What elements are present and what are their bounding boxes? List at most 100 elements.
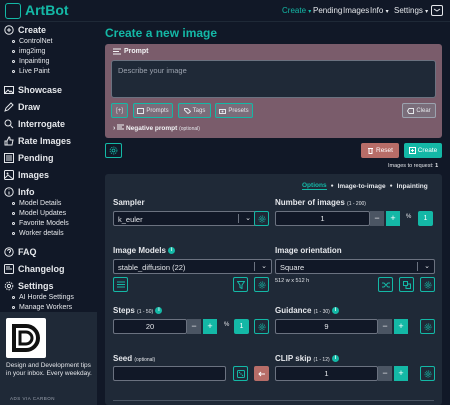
sidebar-item-worker-details[interactable]: Worker details xyxy=(12,230,64,237)
negative-prompt-toggle[interactable]: › Negative prompt (optional) xyxy=(113,124,200,132)
model-list-button[interactable] xyxy=(113,277,128,292)
gear-icon xyxy=(258,215,265,222)
tab-image-to-image[interactable]: Image-to-image xyxy=(338,183,386,190)
steps-decrement-button[interactable]: − xyxy=(187,319,201,334)
orientation-settings-button[interactable] xyxy=(420,277,435,292)
clear-button[interactable]: Clear xyxy=(402,103,436,118)
num-images-multiplier[interactable]: 1 xyxy=(418,211,433,226)
prompt-textarea[interactable]: Describe your image xyxy=(111,60,436,98)
ad-logo-icon[interactable] xyxy=(6,318,46,358)
info-icon[interactable]: i xyxy=(155,307,163,315)
info-icon[interactable]: i xyxy=(331,355,339,363)
bullet-icon xyxy=(12,60,15,63)
swap-dimensions-button[interactable] xyxy=(399,277,414,292)
num-images-decrement-button[interactable]: − xyxy=(370,211,384,226)
clip-skip-increment-button[interactable]: + xyxy=(394,366,408,381)
sidebar-item-manage-workers[interactable]: Manage Workers xyxy=(12,304,72,311)
shuffle-orientation-button[interactable] xyxy=(378,277,393,292)
images-to-request-label: Images to request: xyxy=(388,163,434,169)
steps-multiplier[interactable]: 1 xyxy=(234,319,249,334)
sidebar-item-settings[interactable]: Settings xyxy=(4,281,54,291)
model-filter-button[interactable] xyxy=(233,277,248,292)
sidebar-item-label: Interrogate xyxy=(18,119,66,129)
tag-icon xyxy=(183,107,191,114)
ad-text[interactable]: Design and Development tips in your inbo… xyxy=(6,362,92,378)
nav-create-label: Create xyxy=(282,6,307,15)
tab-options[interactable]: Options xyxy=(302,182,327,190)
text-icon xyxy=(113,48,121,55)
sidebar-item-favorite-models[interactable]: Favorite Models xyxy=(12,220,69,227)
info-icon[interactable]: i xyxy=(332,307,340,315)
sampler-settings-button[interactable] xyxy=(254,211,269,226)
nav-pending[interactable]: Pending xyxy=(313,6,342,15)
clip-skip-label: CLIP skip (1 - 12) i xyxy=(275,354,339,363)
steps-range: (1 - 50) xyxy=(137,309,154,315)
sidebar-item-showcase[interactable]: Showcase xyxy=(4,85,62,95)
carbon-ad[interactable]: Design and Development tips in your inbo… xyxy=(0,312,97,405)
num-images-increment-button[interactable]: + xyxy=(386,211,400,226)
sidebar-item-model-updates[interactable]: Model Updates xyxy=(12,210,66,217)
num-images-input[interactable]: 1 xyxy=(275,211,370,226)
brand-name[interactable]: ArtBot xyxy=(25,2,69,18)
model-settings-button[interactable] xyxy=(254,277,269,292)
clip-skip-settings-button[interactable] xyxy=(420,366,435,381)
image-models-select[interactable]: stable_diffusion (22) ⌄ xyxy=(113,259,272,274)
photo-icon xyxy=(4,86,14,94)
ad-attribution[interactable]: ADS VIA CARBON xyxy=(10,396,55,401)
tab-separator-icon: ● xyxy=(330,183,334,189)
sidebar-item-live-paint[interactable]: Live Paint xyxy=(12,68,50,75)
bullet-icon xyxy=(12,202,15,205)
multiplier-icon: % xyxy=(224,322,230,328)
clip-skip-input[interactable]: 1 xyxy=(275,366,378,381)
create-button[interactable]: Create xyxy=(404,143,442,158)
nav-info[interactable]: Info ▾ xyxy=(370,6,389,15)
nav-images[interactable]: Images xyxy=(343,6,369,15)
clear-seed-button[interactable] xyxy=(254,366,269,381)
sidebar-item-label: Info xyxy=(18,187,35,197)
sidebar-item-interrogate[interactable]: Interrogate xyxy=(4,119,65,129)
random-seed-button[interactable] xyxy=(233,366,248,381)
tab-inpainting[interactable]: Inpainting xyxy=(397,183,428,190)
gear-icon xyxy=(4,281,14,291)
steps-increment-button[interactable]: + xyxy=(203,319,217,334)
tags-button[interactable]: Tags xyxy=(178,103,211,118)
sidebar-item-rate-images[interactable]: Rate Images xyxy=(4,136,71,146)
sidebar-item-img2img[interactable]: img2img xyxy=(12,48,45,55)
orientation-select[interactable]: Square ⌄ xyxy=(275,259,435,274)
presets-button[interactable]: Presets xyxy=(215,103,253,118)
info-icon[interactable]: i xyxy=(168,247,176,255)
sidebar-item-info[interactable]: Info xyxy=(4,187,35,197)
settings-gear-button[interactable] xyxy=(105,143,122,158)
seed-input[interactable] xyxy=(113,366,226,381)
steps-input[interactable]: 20 xyxy=(113,319,187,334)
guidance-settings-button[interactable] xyxy=(420,319,435,334)
prompt-label: Prompt xyxy=(113,48,149,55)
sidebar-item-create[interactable]: Create xyxy=(4,25,46,35)
guidance-decrement-button[interactable]: − xyxy=(378,319,392,334)
sidebar-item-draw[interactable]: Draw xyxy=(4,102,40,112)
sidebar-item-changelog[interactable]: Changelog xyxy=(4,264,65,274)
clip-skip-decrement-button[interactable]: − xyxy=(378,366,392,381)
guidance-increment-button[interactable]: + xyxy=(394,319,408,334)
guidance-input[interactable]: 9 xyxy=(275,319,378,334)
add-brackets-button[interactable]: [+] xyxy=(111,103,128,118)
reset-button[interactable]: Reset xyxy=(361,143,399,158)
settings-tabs: Options ● Image-to-image ● Inpainting xyxy=(302,182,428,190)
notifications-icon[interactable] xyxy=(431,5,443,16)
sidebar-item-ai-horde-settings[interactable]: AI Horde Settings xyxy=(12,294,74,301)
nav-create[interactable]: Create ▾ xyxy=(282,6,311,15)
sidebar-item-model-details[interactable]: Model Details xyxy=(12,200,61,207)
bullet-icon xyxy=(12,306,15,309)
dice-icon xyxy=(236,369,245,378)
changelog-icon xyxy=(4,264,14,274)
sidebar-item-faq[interactable]: FAQ xyxy=(4,247,37,257)
sidebar-item-pending[interactable]: Pending xyxy=(4,153,54,163)
nav-settings[interactable]: Settings ▾ xyxy=(394,6,428,15)
sidebar-item-images[interactable]: Images xyxy=(4,170,49,180)
prompts-button[interactable]: Prompts xyxy=(133,103,173,118)
artbot-logo-icon[interactable] xyxy=(5,3,21,19)
steps-settings-button[interactable] xyxy=(254,319,269,334)
sidebar-item-controlnet[interactable]: ControlNet xyxy=(12,38,52,45)
sidebar-item-inpainting[interactable]: Inpainting xyxy=(12,58,49,65)
sampler-select[interactable]: k_euler ⌄ xyxy=(113,211,256,226)
